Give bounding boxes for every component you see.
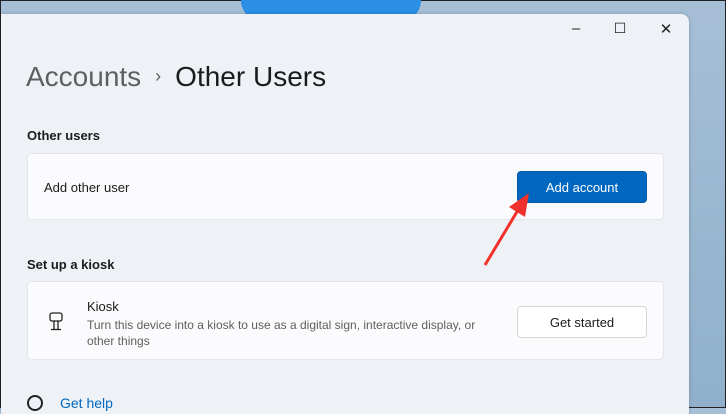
close-button[interactable]: ✕ bbox=[646, 20, 686, 40]
get-started-button[interactable]: Get started bbox=[517, 306, 647, 338]
page-title: Other Users bbox=[175, 61, 327, 92]
minimize-button[interactable]: – bbox=[556, 20, 596, 40]
help-icon bbox=[27, 395, 43, 411]
breadcrumb: Accounts › Other Users bbox=[26, 61, 326, 93]
kiosk-icon bbox=[49, 312, 63, 331]
get-help-link[interactable]: Get help bbox=[60, 395, 113, 411]
kiosk-title: Kiosk bbox=[87, 299, 119, 314]
kiosk-card: Kiosk Turn this device into a kiosk to u… bbox=[27, 281, 664, 360]
kiosk-description: Turn this device into a kiosk to use as … bbox=[87, 318, 476, 348]
kiosk-heading: Set up a kiosk bbox=[27, 257, 115, 272]
add-other-user-card: Add other user Add account bbox=[27, 153, 664, 220]
add-other-user-label: Add other user bbox=[44, 180, 130, 195]
maximize-button[interactable]: ☐ bbox=[600, 20, 640, 40]
breadcrumb-accounts[interactable]: Accounts bbox=[26, 61, 141, 92]
chevron-right-icon: › bbox=[155, 66, 162, 86]
annotation-arrow bbox=[483, 193, 529, 266]
other-users-heading: Other users bbox=[27, 128, 100, 143]
